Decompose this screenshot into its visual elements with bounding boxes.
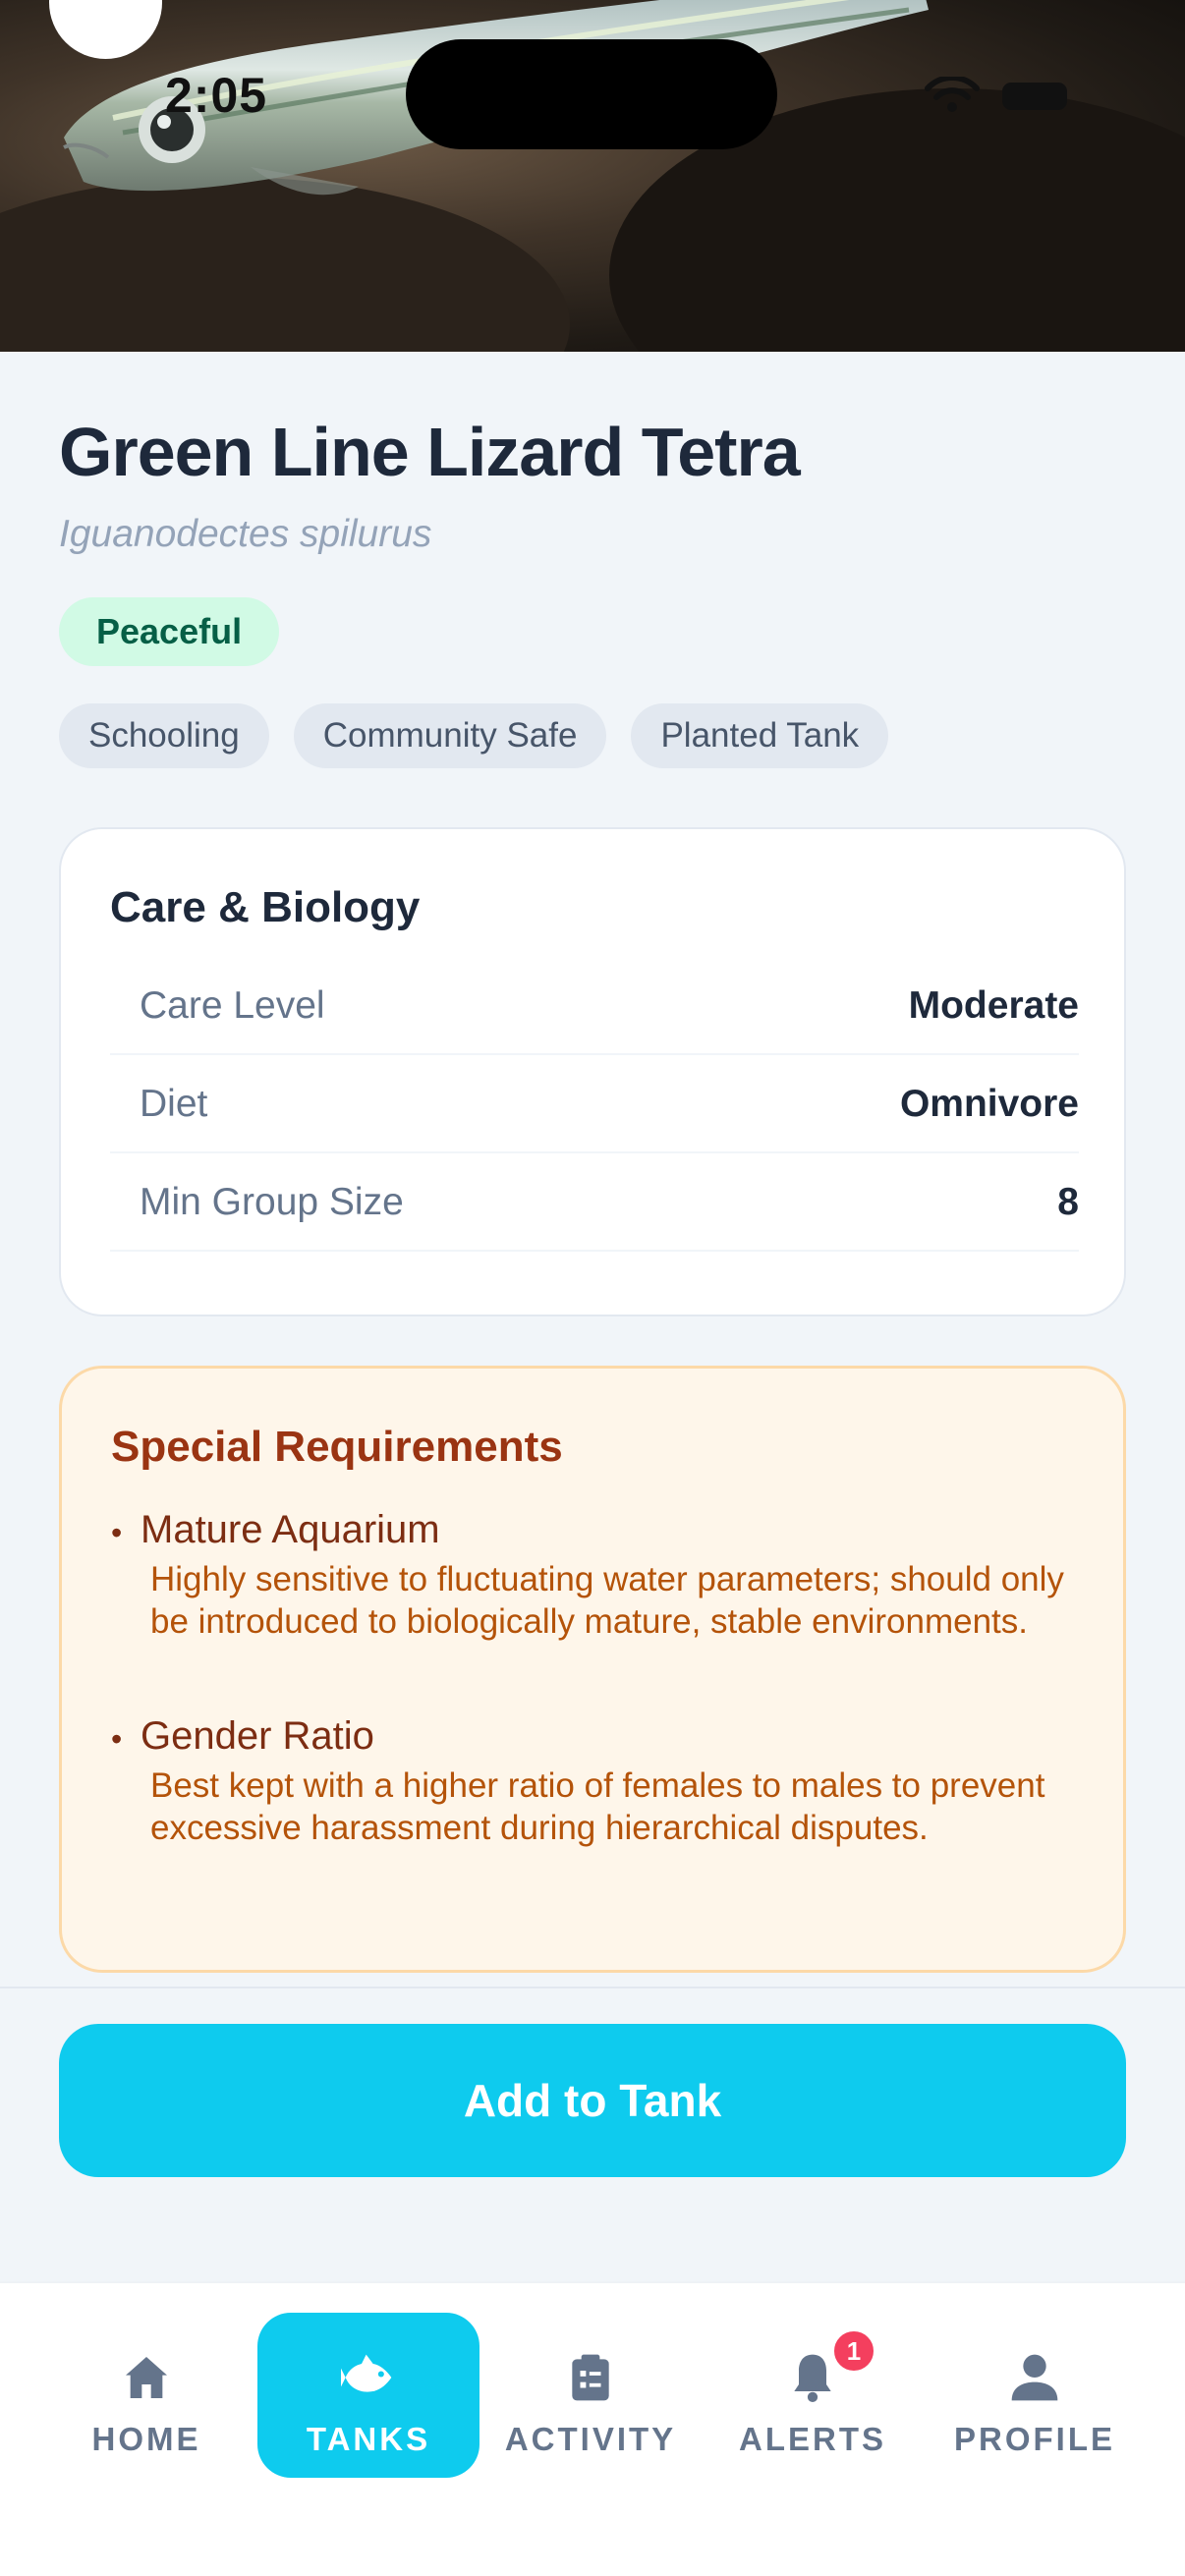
info-row: Care Level Moderate xyxy=(110,957,1079,1055)
status-icons xyxy=(925,77,1067,112)
alert-count-badge: 1 xyxy=(831,2328,876,2374)
battery-icon xyxy=(1002,83,1067,110)
info-value: 8 xyxy=(1057,1181,1079,1223)
tab-alerts[interactable]: 1 ALERTS xyxy=(702,2313,924,2478)
tab-tanks[interactable]: TANKS xyxy=(257,2313,480,2478)
tag-list: Schooling Community Safe Planted Tank xyxy=(59,703,889,768)
info-row: Diet Omnivore xyxy=(110,1055,1079,1153)
fish-icon xyxy=(341,2354,392,2392)
status-time: 2:05 xyxy=(165,68,268,123)
dynamic-island xyxy=(406,39,777,149)
home-icon xyxy=(126,2357,167,2398)
species-common-name: Green Line Lizard Tetra xyxy=(59,414,801,490)
card-title: Special Requirements xyxy=(111,1423,563,1471)
tab-bar: HOME TANKS ACTIVITY 1 ALERTS PROFILE xyxy=(0,2281,1185,2576)
info-label: Min Group Size xyxy=(140,1181,404,1223)
tab-label: ACTIVITY xyxy=(504,2421,677,2457)
requirement-description: Best kept with a higher ratio of females… xyxy=(150,1766,1045,1847)
info-value: Omnivore xyxy=(899,1083,1079,1125)
temperament-badge: Peaceful xyxy=(59,597,280,666)
tag-chip: Schooling xyxy=(59,703,269,768)
care-biology-card: Care & Biology Care Level Moderate Diet … xyxy=(59,827,1126,1316)
species-scientific-name: Iguanodectes spilurus xyxy=(59,513,432,555)
requirement-description: Highly sensitive to fluctuating water pa… xyxy=(150,1560,1064,1641)
species-hero-image: 2:05 xyxy=(0,0,1185,352)
wifi-icon xyxy=(925,77,980,112)
person-icon xyxy=(1011,2354,1058,2401)
tab-label: ALERTS xyxy=(739,2421,886,2457)
requirement-item: Mature Aquarium Highly sensitive to fluc… xyxy=(111,1508,1094,1643)
tab-label: TANKS xyxy=(306,2421,431,2457)
add-to-tank-button[interactable]: Add to Tank xyxy=(59,2024,1126,2177)
tab-home[interactable]: HOME xyxy=(35,2313,257,2478)
special-requirements-card: Special Requirements Mature Aquarium Hig… xyxy=(59,1366,1126,1973)
divider xyxy=(0,1987,1185,1988)
tab-label: HOME xyxy=(91,2421,201,2457)
tab-label: PROFILE xyxy=(953,2421,1115,2457)
info-value: Moderate xyxy=(908,984,1079,1027)
requirement-title: Mature Aquarium xyxy=(111,1508,1094,1557)
tag-chip: Community Safe xyxy=(293,703,607,768)
card-title: Care & Biology xyxy=(110,883,421,931)
info-label: Care Level xyxy=(140,984,325,1027)
info-label: Diet xyxy=(140,1083,208,1125)
requirement-title: Gender Ratio xyxy=(111,1714,1094,1764)
requirement-item: Gender Ratio Best kept with a higher rat… xyxy=(111,1714,1094,1849)
tab-activity[interactable]: ACTIVITY xyxy=(480,2313,702,2478)
tab-profile[interactable]: PROFILE xyxy=(924,2313,1146,2478)
tag-chip: Planted Tank xyxy=(631,703,889,768)
info-row: Min Group Size 8 xyxy=(110,1153,1079,1252)
clipboard-icon xyxy=(572,2354,609,2401)
